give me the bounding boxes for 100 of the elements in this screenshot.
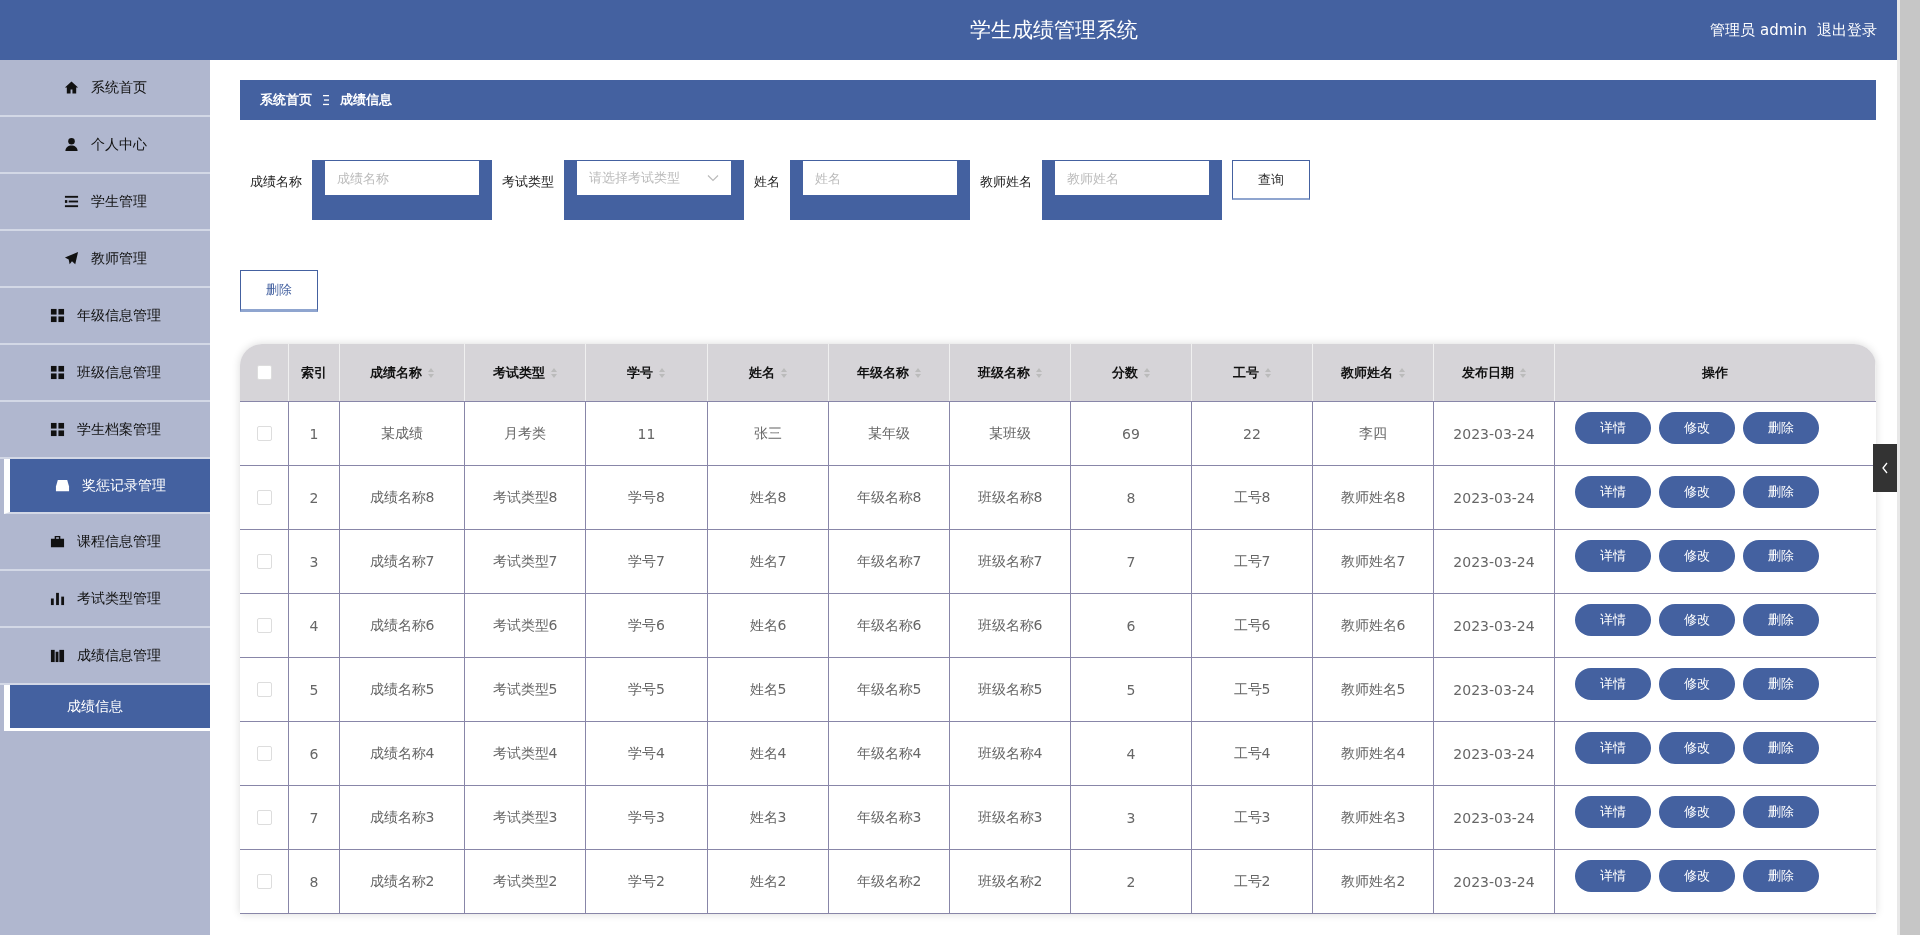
checkbox[interactable] — [256, 426, 272, 441]
sort-icon[interactable] — [1034, 366, 1043, 379]
table-cell: 教师姓名3 — [1340, 808, 1406, 827]
action-button[interactable]: 详情 — [1575, 412, 1651, 444]
table-cell: 成绩名称5 — [369, 680, 435, 699]
table-cell: 3 — [1126, 809, 1136, 826]
action-button[interactable]: 修改 — [1659, 540, 1735, 572]
action-button[interactable]: 详情 — [1575, 540, 1651, 572]
app-title: 学生成绩管理系统 — [969, 17, 1138, 44]
action-button[interactable]: 详情 — [1575, 668, 1651, 700]
table-cell: 教师姓名6 — [1340, 616, 1406, 635]
column-header[interactable]: 成绩名称 — [340, 344, 465, 401]
action-button[interactable]: 删除 — [1743, 796, 1819, 828]
action-button[interactable]: 详情 — [1575, 476, 1651, 508]
action-button[interactable]: 修改 — [1659, 476, 1735, 508]
checkbox[interactable] — [256, 746, 272, 761]
table-cell: 月考类 — [504, 424, 546, 443]
action-button[interactable]: 详情 — [1575, 732, 1651, 764]
table-cell: 姓名7 — [749, 552, 787, 571]
table-cell: 年级名称7 — [856, 552, 922, 571]
field-label: 考试类型 — [502, 173, 554, 191]
action-button[interactable]: 修改 — [1659, 412, 1735, 444]
delete-button[interactable]: 删除 — [240, 270, 318, 312]
sidebar-item[interactable]: 奖惩记录管理 — [4, 459, 210, 514]
column-header[interactable]: 发布日期 — [1434, 344, 1555, 401]
table-cell: 学号4 — [628, 744, 665, 763]
table-cell: 成绩名称3 — [369, 808, 435, 827]
table-cell: 学号6 — [628, 616, 665, 635]
search-field[interactable]: 成绩名称 — [324, 160, 480, 196]
breadcrumb-link[interactable]: 成绩信息 — [340, 91, 392, 109]
action-button[interactable]: 详情 — [1575, 860, 1651, 892]
sort-icon[interactable] — [779, 366, 788, 379]
chevron-left-icon — [1881, 462, 1889, 474]
table-cell: 年级名称5 — [856, 680, 922, 699]
logout-link[interactable]: 退出登录 — [1817, 20, 1877, 40]
checkbox[interactable] — [256, 682, 272, 697]
checkbox[interactable] — [256, 490, 272, 505]
paper-plane-icon — [63, 251, 79, 266]
checkbox[interactable] — [256, 365, 272, 380]
search-field[interactable]: 姓名 — [802, 160, 958, 196]
table-cell: 工号5 — [1233, 680, 1271, 699]
sort-icon[interactable] — [913, 366, 922, 379]
table-cell: 4 — [309, 617, 319, 634]
checkbox[interactable] — [256, 874, 272, 889]
checkbox[interactable] — [256, 618, 272, 633]
action-button[interactable]: 删除 — [1743, 732, 1819, 764]
column-header[interactable]: 教师姓名 — [1313, 344, 1434, 401]
table-cell: 工号4 — [1233, 744, 1271, 763]
table-cell: 年级名称2 — [856, 872, 922, 891]
query-button[interactable]: 查询 — [1232, 160, 1310, 200]
grid-icon — [49, 308, 65, 323]
column-header[interactable]: 分数 — [1071, 344, 1192, 401]
action-button[interactable]: 删除 — [1743, 476, 1819, 508]
search-field[interactable]: 教师姓名 — [1054, 160, 1210, 196]
home-icon — [63, 80, 79, 95]
checkbox[interactable] — [256, 554, 272, 569]
table-cell: 考试类型5 — [492, 680, 558, 699]
action-button[interactable]: 修改 — [1659, 732, 1735, 764]
sort-icon[interactable] — [1142, 366, 1151, 379]
sort-icon[interactable] — [549, 366, 558, 379]
column-header[interactable]: 姓名 — [708, 344, 829, 401]
sort-icon[interactable] — [1263, 366, 1272, 379]
action-button[interactable]: 修改 — [1659, 860, 1735, 892]
action-button[interactable]: 修改 — [1659, 796, 1735, 828]
table-cell: 考试类型3 — [492, 808, 558, 827]
sidebar-subitem[interactable]: 成绩信息 — [4, 685, 210, 731]
action-button[interactable]: 删除 — [1743, 668, 1819, 700]
action-button[interactable]: 删除 — [1743, 860, 1819, 892]
briefcase-icon — [49, 534, 65, 549]
book-icon — [49, 648, 65, 663]
column-header[interactable]: 考试类型 — [465, 344, 586, 401]
field-label: 成绩名称 — [250, 173, 302, 191]
breadcrumb-link[interactable]: 系统首页 — [260, 91, 312, 109]
action-button[interactable]: 删除 — [1743, 604, 1819, 636]
table-cell: 考试类型8 — [492, 488, 558, 507]
action-button[interactable]: 修改 — [1659, 604, 1735, 636]
sort-icon[interactable] — [1397, 366, 1406, 379]
action-button[interactable]: 修改 — [1659, 668, 1735, 700]
sort-icon[interactable] — [426, 366, 435, 379]
table-cell: 69 — [1122, 425, 1140, 442]
column-header[interactable]: 年级名称 — [829, 344, 950, 401]
grid-icon — [49, 422, 65, 437]
action-button[interactable]: 详情 — [1575, 604, 1651, 636]
column-header[interactable]: 工号 — [1192, 344, 1313, 401]
action-button[interactable]: 详情 — [1575, 796, 1651, 828]
table-cell: 11 — [637, 425, 656, 442]
action-button[interactable]: 删除 — [1743, 540, 1819, 572]
table-cell: 班级名称7 — [977, 552, 1043, 571]
table-cell: 7 — [1126, 553, 1136, 570]
table-cell: 姓名4 — [749, 744, 787, 763]
sort-icon[interactable] — [1518, 366, 1527, 379]
scrollbar[interactable] — [1897, 0, 1920, 935]
column-header[interactable]: 学号 — [586, 344, 708, 401]
column-header[interactable]: 班级名称 — [950, 344, 1071, 401]
collapse-tab[interactable] — [1873, 444, 1897, 492]
checkbox[interactable] — [256, 810, 272, 825]
sort-icon[interactable] — [658, 366, 666, 379]
action-button[interactable]: 删除 — [1743, 412, 1819, 444]
table-cell: 5 — [309, 681, 319, 698]
separator-icon — [322, 94, 330, 106]
